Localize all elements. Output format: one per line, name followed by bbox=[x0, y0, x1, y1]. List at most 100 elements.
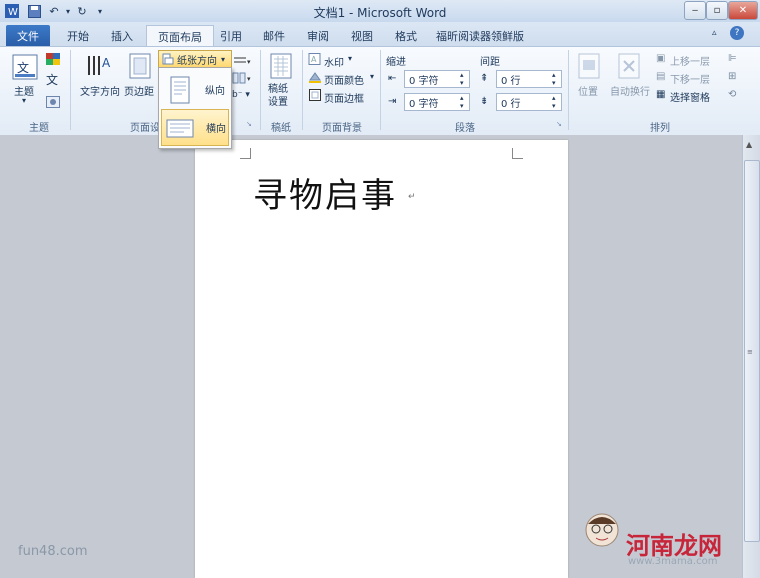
close-button[interactable]: ✕ bbox=[728, 1, 758, 20]
indent-right-value: 0 字符 bbox=[409, 98, 439, 110]
group-divider bbox=[260, 50, 261, 130]
page-setup-launcher-icon[interactable]: ↘ bbox=[246, 120, 254, 128]
watermark-url: www.3mama.com bbox=[628, 556, 718, 567]
group-divider bbox=[70, 50, 71, 130]
orientation-icon bbox=[162, 53, 174, 65]
svg-text:▾: ▾ bbox=[247, 75, 251, 83]
scroll-grip-icon: ≡ bbox=[747, 348, 753, 356]
theme-fonts-icon[interactable]: 文 bbox=[46, 74, 60, 87]
margins-button[interactable]: 页边距 bbox=[124, 83, 154, 98]
maximize-button[interactable]: ▫ bbox=[706, 1, 728, 20]
size-icon[interactable]: ▾ bbox=[232, 55, 252, 67]
indent-right-spinner[interactable]: ▴ ▾ bbox=[460, 94, 468, 110]
spacing-label: 间距 bbox=[480, 57, 500, 68]
portrait-label: 纵向 bbox=[205, 86, 225, 97]
draft-paper-button[interactable]: 稿纸 设置 bbox=[268, 83, 288, 109]
tab-references[interactable]: 引用 bbox=[214, 25, 248, 46]
tab-file[interactable]: 文件 bbox=[6, 25, 50, 46]
document-heading[interactable]: 寻物启事 bbox=[253, 168, 397, 217]
help-icon[interactable]: ? bbox=[730, 26, 744, 40]
landscape-icon bbox=[166, 116, 194, 140]
margins-icon[interactable] bbox=[128, 53, 152, 79]
page-color-button[interactable]: 页面颜色 bbox=[324, 72, 364, 87]
tab-foxit-reader[interactable]: 福昕阅读器领鲜版 bbox=[432, 25, 528, 46]
spacing-after-icon: ⇟ bbox=[480, 96, 489, 107]
orientation-button[interactable]: 纸张方向 ▾ bbox=[158, 50, 232, 68]
tab-mailings[interactable]: 邮件 bbox=[256, 25, 292, 46]
landscape-label: 横向 bbox=[206, 124, 226, 135]
text-direction-icon[interactable]: A bbox=[86, 53, 112, 79]
mascot-logo bbox=[582, 510, 622, 556]
arrange-group-label: 排列 bbox=[650, 123, 670, 134]
window-title: 文档1 - Microsoft Word bbox=[313, 6, 447, 20]
crop-mark bbox=[512, 148, 523, 159]
selection-pane-button[interactable]: 选择窗格 bbox=[670, 89, 710, 104]
minimize-ribbon-icon[interactable]: ▵ bbox=[712, 28, 724, 40]
paragraph-launcher-icon[interactable]: ↘ bbox=[556, 120, 564, 128]
svg-text:▾: ▾ bbox=[247, 58, 251, 66]
minimize-button[interactable]: ‒ bbox=[684, 1, 706, 20]
tab-home[interactable]: 开始 bbox=[58, 25, 98, 46]
position-button[interactable]: 位置 bbox=[578, 83, 598, 98]
selection-pane-icon[interactable]: ▦ bbox=[656, 89, 668, 101]
tab-page-layout[interactable]: 页面布局 bbox=[146, 25, 214, 47]
indent-left-spinner[interactable]: ▴ ▾ bbox=[460, 71, 468, 87]
spacing-after-value: 0 行 bbox=[501, 98, 521, 110]
tab-format[interactable]: 格式 bbox=[388, 25, 424, 46]
page-background-group-label: 页面背景 bbox=[322, 123, 362, 134]
portrait-icon bbox=[167, 76, 193, 104]
scroll-up-icon[interactable]: ▲ bbox=[746, 140, 756, 150]
indent-right-icon: ⇥ bbox=[388, 96, 397, 107]
theme-dropdown-icon[interactable]: ▾ bbox=[22, 96, 26, 105]
spacing-after-spinner[interactable]: ▴ ▾ bbox=[552, 94, 560, 110]
group-divider bbox=[380, 50, 381, 130]
crop-mark bbox=[240, 148, 251, 159]
orientation-menu: 纵向 横向 bbox=[158, 67, 232, 149]
orientation-label: 纸张方向 bbox=[177, 55, 217, 67]
svg-text:A: A bbox=[102, 56, 111, 70]
theme-group-label: 主题 bbox=[29, 123, 49, 134]
page-color-dropdown-icon[interactable]: ▾ bbox=[370, 72, 374, 81]
group-icon[interactable]: ⊞ bbox=[728, 71, 744, 83]
indent-left-icon: ⇤ bbox=[388, 73, 397, 84]
spacing-before-value: 0 行 bbox=[501, 75, 521, 87]
theme-icon[interactable]: 文 bbox=[12, 54, 38, 80]
menu-item-portrait[interactable]: 纵向 bbox=[161, 71, 229, 108]
text-direction-button[interactable]: 文字方向 bbox=[80, 83, 120, 98]
group-divider bbox=[302, 50, 303, 130]
send-backward-icon[interactable]: ▤ bbox=[656, 71, 668, 83]
watermark-button[interactable]: 水印 bbox=[324, 54, 344, 69]
bring-forward-button[interactable]: 上移一层 bbox=[670, 53, 710, 68]
rotate-icon[interactable]: ⟲ bbox=[728, 89, 744, 101]
page-color-icon[interactable] bbox=[308, 71, 322, 83]
columns-icon[interactable]: ▾ bbox=[232, 72, 252, 84]
hyphenation-icon[interactable]: b⁻ ▾ bbox=[232, 90, 252, 102]
tab-review[interactable]: 审阅 bbox=[300, 25, 336, 46]
group-divider bbox=[568, 50, 569, 130]
theme-colors-icon[interactable] bbox=[46, 53, 60, 65]
watermark-dropdown-icon[interactable]: ▾ bbox=[348, 54, 352, 63]
align-icon[interactable]: ⊫ bbox=[728, 53, 744, 65]
paragraph-mark-icon: ↵ bbox=[408, 192, 416, 202]
indent-left-value: 0 字符 bbox=[409, 75, 439, 87]
tab-insert[interactable]: 插入 bbox=[102, 25, 142, 46]
indent-label: 缩进 bbox=[386, 57, 406, 68]
position-icon[interactable] bbox=[578, 53, 600, 79]
svg-text:A: A bbox=[311, 55, 317, 64]
spacing-before-spinner[interactable]: ▴ ▾ bbox=[552, 71, 560, 87]
orientation-dropdown-icon: ▾ bbox=[221, 54, 226, 64]
bring-forward-icon[interactable]: ▣ bbox=[656, 53, 668, 65]
wrap-text-button[interactable]: 自动换行 bbox=[610, 83, 650, 98]
page-border-icon[interactable] bbox=[308, 89, 322, 101]
theme-effects-icon[interactable] bbox=[46, 96, 60, 108]
tab-view[interactable]: 视图 bbox=[344, 25, 380, 46]
draft-paper-icon[interactable] bbox=[270, 53, 292, 79]
wrap-text-icon[interactable] bbox=[618, 53, 640, 79]
spacing-before-icon: ⇞ bbox=[480, 73, 489, 84]
menu-item-landscape[interactable]: 横向 bbox=[161, 109, 229, 146]
paragraph-group-label: 段落 bbox=[455, 123, 475, 134]
draft-group-label: 稿纸 bbox=[271, 123, 291, 134]
send-backward-button[interactable]: 下移一层 bbox=[670, 71, 710, 86]
watermark-icon[interactable]: A bbox=[308, 53, 322, 65]
page-border-button[interactable]: 页面边框 bbox=[324, 90, 364, 105]
